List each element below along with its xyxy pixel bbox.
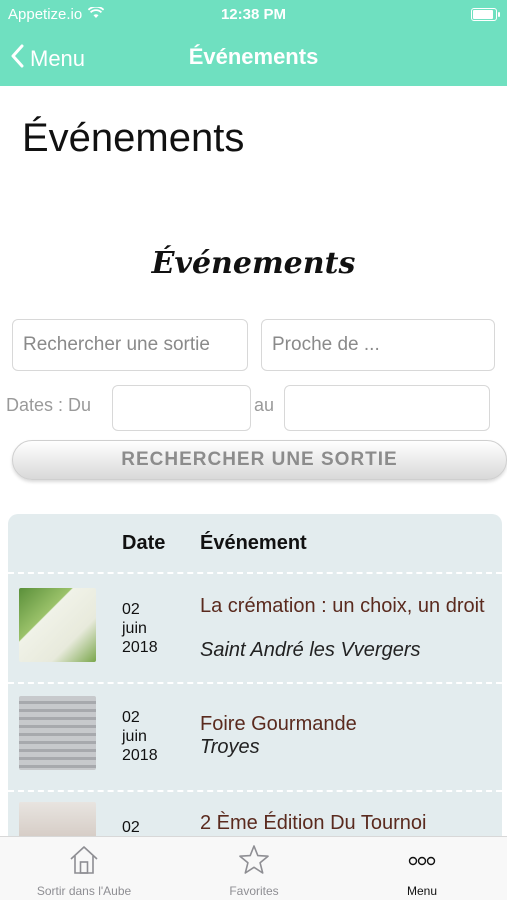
column-header-date: Date xyxy=(122,532,166,554)
section-title: Événements xyxy=(151,246,356,281)
table-row[interactable]: 02 juin 2018 La crémation : un choix, un… xyxy=(8,574,502,682)
event-title: Foire Gourmande xyxy=(200,713,357,735)
battery-icon xyxy=(471,8,500,21)
tab-sortir-dans-l-aube[interactable]: Sortir dans l'Aube xyxy=(8,837,160,900)
event-city: Troyes xyxy=(200,736,260,758)
back-button[interactable]: Menu xyxy=(10,44,85,74)
tab-bar: Sortir dans l'Aube Favorites Menu xyxy=(0,836,507,900)
event-date: 02 juin 2018 xyxy=(122,709,158,764)
tab-label: Sortir dans l'Aube xyxy=(36,884,132,898)
near-input[interactable] xyxy=(261,319,495,371)
event-city: Saint André les Vvergers xyxy=(200,639,421,661)
back-label: Menu xyxy=(30,46,86,71)
status-bar: Appetize.io 12:38 PM xyxy=(0,0,507,30)
search-input[interactable] xyxy=(12,319,248,371)
status-time: 12:38 PM xyxy=(220,6,287,23)
event-thumbnail xyxy=(19,588,96,662)
page-title: Événements xyxy=(22,116,245,160)
tab-favorites[interactable]: Favorites xyxy=(176,837,332,900)
date-from-field[interactable] xyxy=(112,385,251,431)
event-date: 02 xyxy=(122,819,140,836)
navigation-bar: Menu Événements xyxy=(0,30,507,86)
event-title: La crémation : un choix, un droit xyxy=(200,595,485,617)
table-row[interactable]: 02 juin 2018 Foire Gourmande Troyes xyxy=(8,684,502,790)
event-date: 02 juin 2018 xyxy=(122,601,158,656)
dates-label: Dates : Du xyxy=(6,395,92,415)
tab-label: Favorites xyxy=(229,884,279,898)
search-button[interactable]: RECHERCHER UNE SORTIE xyxy=(12,440,507,480)
event-thumbnail xyxy=(19,696,96,770)
chevron-left-icon xyxy=(10,44,24,74)
events-table: Date Événement 02 juin 2018 La crémation… xyxy=(8,514,502,844)
date-to-label: au xyxy=(254,395,275,415)
column-header-event: Événement xyxy=(200,532,307,554)
tab-label: Menu xyxy=(406,884,438,898)
tab-menu[interactable]: Menu xyxy=(346,837,498,900)
table-header: Date Événement xyxy=(8,514,502,574)
event-title: 2 Ème Édition Du Tournoi xyxy=(200,812,427,834)
date-to-field[interactable] xyxy=(284,385,490,431)
